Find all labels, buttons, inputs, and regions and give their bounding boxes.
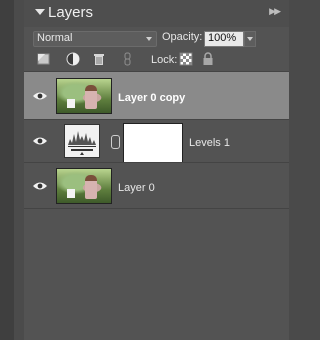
new-layer-icon[interactable] xyxy=(37,52,51,66)
side-strip xyxy=(0,0,14,340)
opacity-value: 100% xyxy=(208,32,237,44)
layer-thumbnail xyxy=(56,78,112,114)
opacity-field[interactable]: 100% xyxy=(204,31,244,47)
chevron-down-icon xyxy=(146,37,152,41)
opacity-label: Opacity: xyxy=(162,31,203,43)
lock-all-icon[interactable] xyxy=(201,52,215,66)
panel-title: Layers xyxy=(48,4,94,21)
levels-adjustment-icon[interactable] xyxy=(64,124,100,158)
blend-mode-value: Normal xyxy=(37,32,73,44)
layer-mask-thumbnail[interactable] xyxy=(123,123,183,163)
eye-icon[interactable] xyxy=(32,181,48,191)
layer-row[interactable]: Levels 1 xyxy=(24,120,289,167)
layer-row[interactable]: Layer 0 xyxy=(24,163,289,210)
eye-icon[interactable] xyxy=(32,136,48,146)
panel-header: Layers ▶▶ xyxy=(24,0,289,27)
layers-panel: Layers ▶▶ Normal Opacity: 100% Lock: Lay… xyxy=(24,0,289,340)
opacity-dropdown-button[interactable] xyxy=(244,31,256,47)
lock-transparency-icon[interactable] xyxy=(179,52,193,66)
panel-divider xyxy=(14,0,24,340)
chevron-down-icon xyxy=(247,37,253,41)
chain-link-icon[interactable] xyxy=(111,135,120,149)
blend-mode-select[interactable]: Normal xyxy=(33,31,157,47)
layer-row[interactable]: Layer 0 copy xyxy=(24,72,289,119)
layer-thumbnail xyxy=(56,168,112,204)
link-icon[interactable] xyxy=(121,52,135,66)
divider xyxy=(24,208,289,209)
lock-label: Lock: xyxy=(151,54,178,66)
trash-icon[interactable] xyxy=(92,52,106,66)
adjustment-layer-icon[interactable] xyxy=(66,52,80,66)
collapse-triangle-icon[interactable] xyxy=(35,9,45,15)
panel-menu-icon[interactable]: ▶▶ xyxy=(269,6,281,17)
layer-name: Levels 1 xyxy=(189,137,230,149)
layer-name: Layer 0 xyxy=(118,182,155,194)
layer-name: Layer 0 copy xyxy=(118,92,186,104)
eye-icon[interactable] xyxy=(32,91,48,101)
